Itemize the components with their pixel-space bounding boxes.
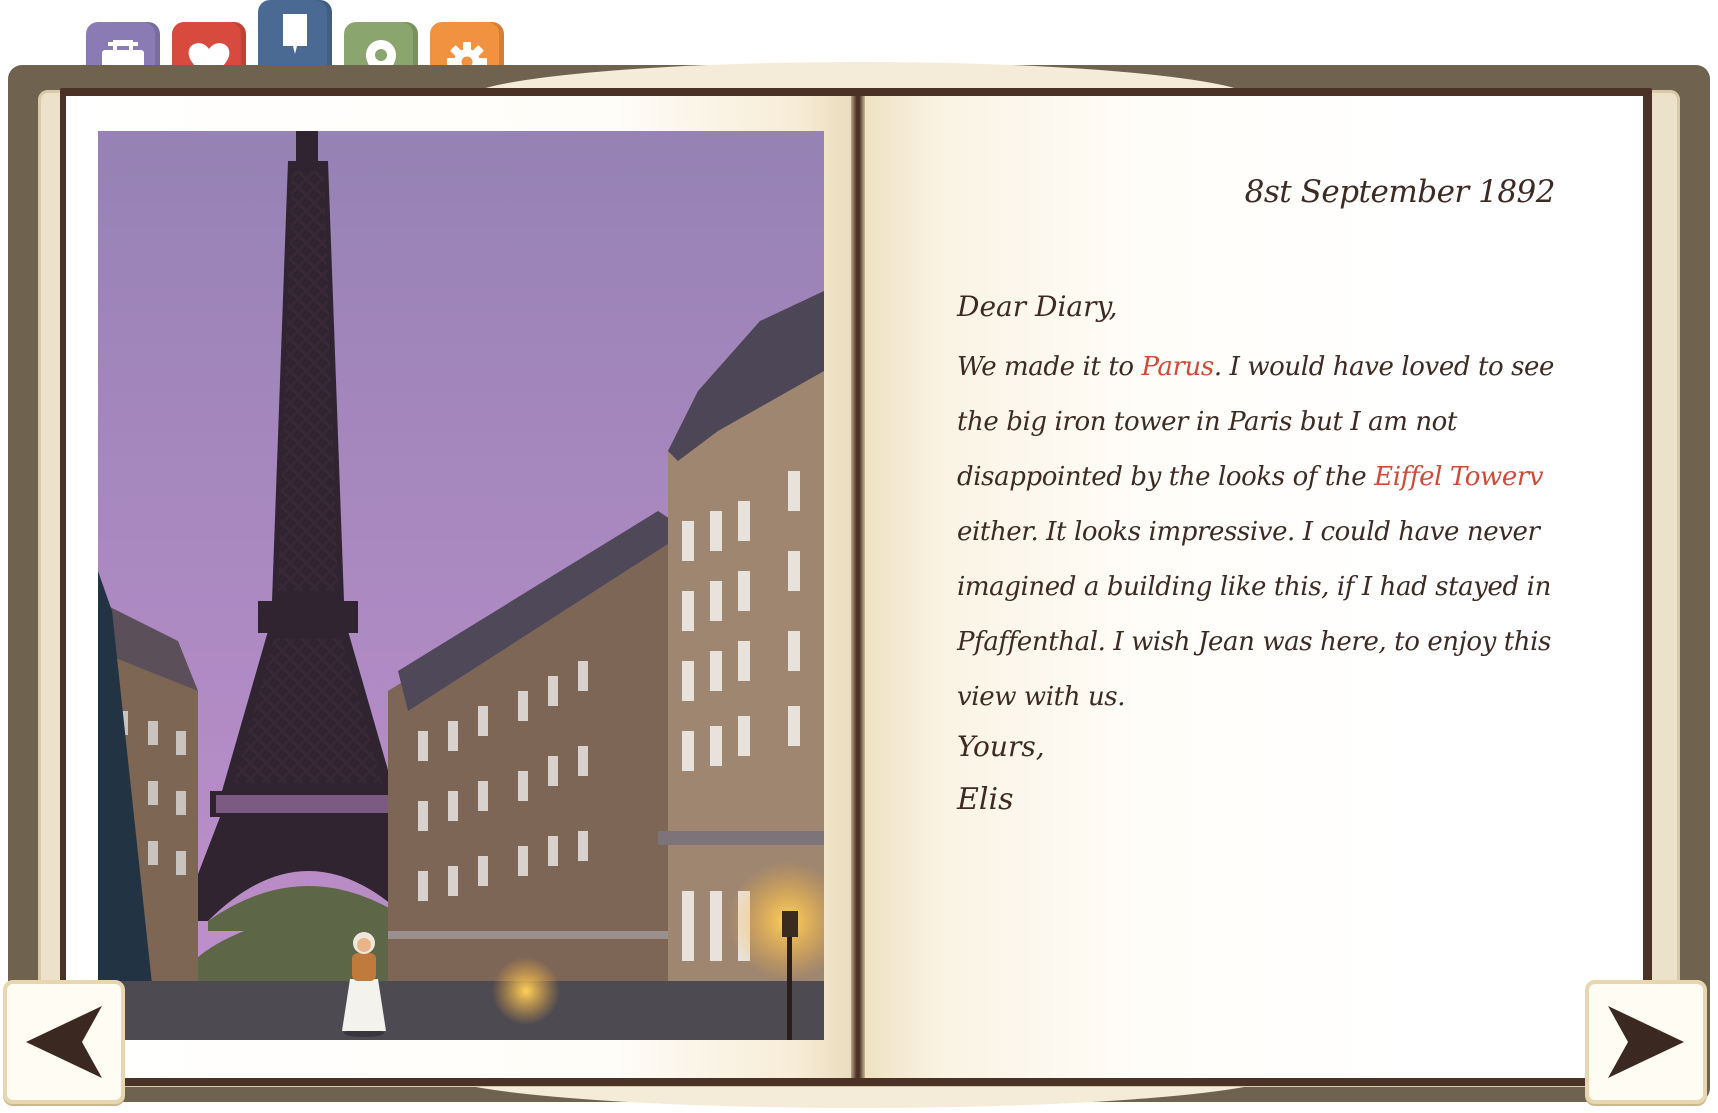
diary-body-text: We made it to [957, 352, 1142, 382]
next-page-button[interactable] [1585, 980, 1707, 1104]
diary-greeting: Dear Diary, [957, 290, 1118, 323]
diary-body-text: either. It looks impressive. I could hav… [957, 517, 1551, 712]
location-link-parus[interactable]: Parus [1142, 352, 1215, 382]
arrow-right-icon [1608, 1006, 1684, 1078]
arrow-left-icon [26, 1006, 102, 1078]
landmark-link-eiffel-tower[interactable]: Eiffel Towerv [1374, 462, 1543, 492]
previous-page-button[interactable] [3, 980, 125, 1104]
bookmark-icon [283, 14, 307, 54]
diary-closing: Yours, [957, 730, 1045, 763]
diary-body: We made it to Parus. I would have loved … [957, 340, 1557, 725]
diary-signature: Elis [957, 782, 1014, 817]
paris-scene-illustration [98, 131, 824, 1040]
book-spine [851, 96, 865, 1078]
diary-date: 8st September 1892 [1244, 174, 1556, 210]
